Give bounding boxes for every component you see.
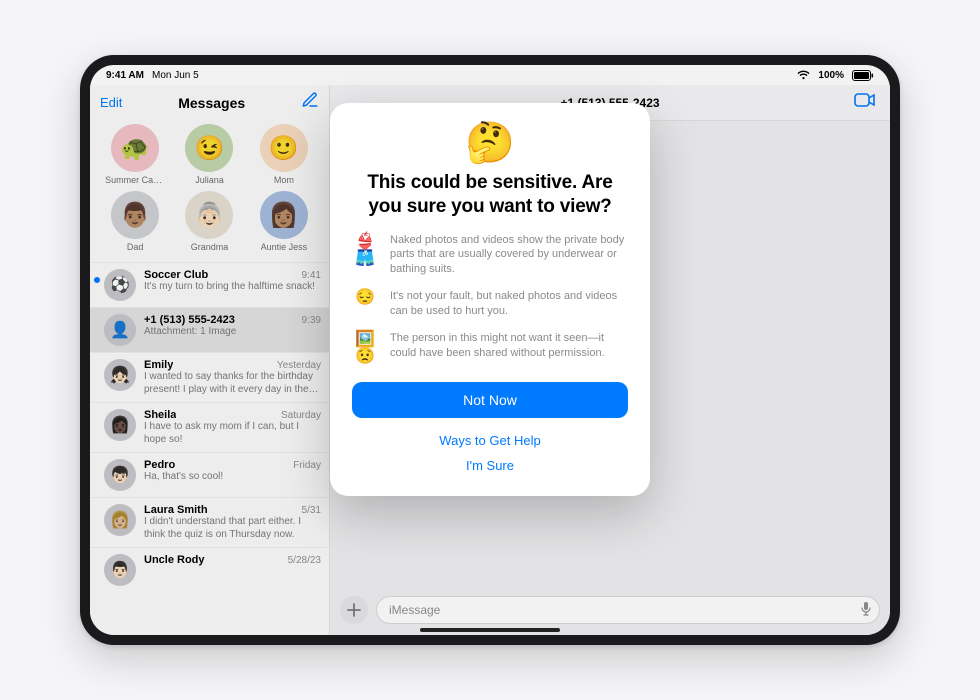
reason-row: 👙🩳 Naked photos and videos show the priva… [352, 233, 628, 278]
reason-row: 😔 It's not your fault, but naked photos a… [352, 289, 628, 319]
thinking-emoji-icon: 🤔 [465, 123, 515, 163]
reason-text: It's not your fault, but naked photos an… [390, 289, 628, 319]
im-sure-button[interactable]: I'm Sure [466, 453, 514, 478]
sheet-title: This could be sensitive. Are you sure yo… [352, 171, 628, 219]
not-now-button[interactable]: Not Now [352, 382, 628, 418]
reason-icon: 🖼️😟 [352, 331, 378, 366]
get-help-button[interactable]: Ways to Get Help [439, 428, 540, 453]
ipad-frame: 9:41 AM Mon Jun 5 100% Edit Messages [80, 55, 900, 645]
reason-text: Naked photos and videos show the private… [390, 233, 628, 278]
reason-row: 🖼️😟 The person in this might not want it … [352, 331, 628, 366]
ipad-screen: 9:41 AM Mon Jun 5 100% Edit Messages [90, 65, 890, 635]
home-indicator[interactable] [420, 628, 560, 632]
reason-icon: 👙🩳 [352, 233, 378, 278]
reason-text: The person in this might not want it see… [390, 331, 628, 366]
sensitive-content-sheet: 🤔 This could be sensitive. Are you sure … [330, 103, 650, 496]
reasons-list: 👙🩳 Naked photos and videos show the priva… [352, 233, 628, 366]
reason-icon: 😔 [352, 289, 378, 319]
